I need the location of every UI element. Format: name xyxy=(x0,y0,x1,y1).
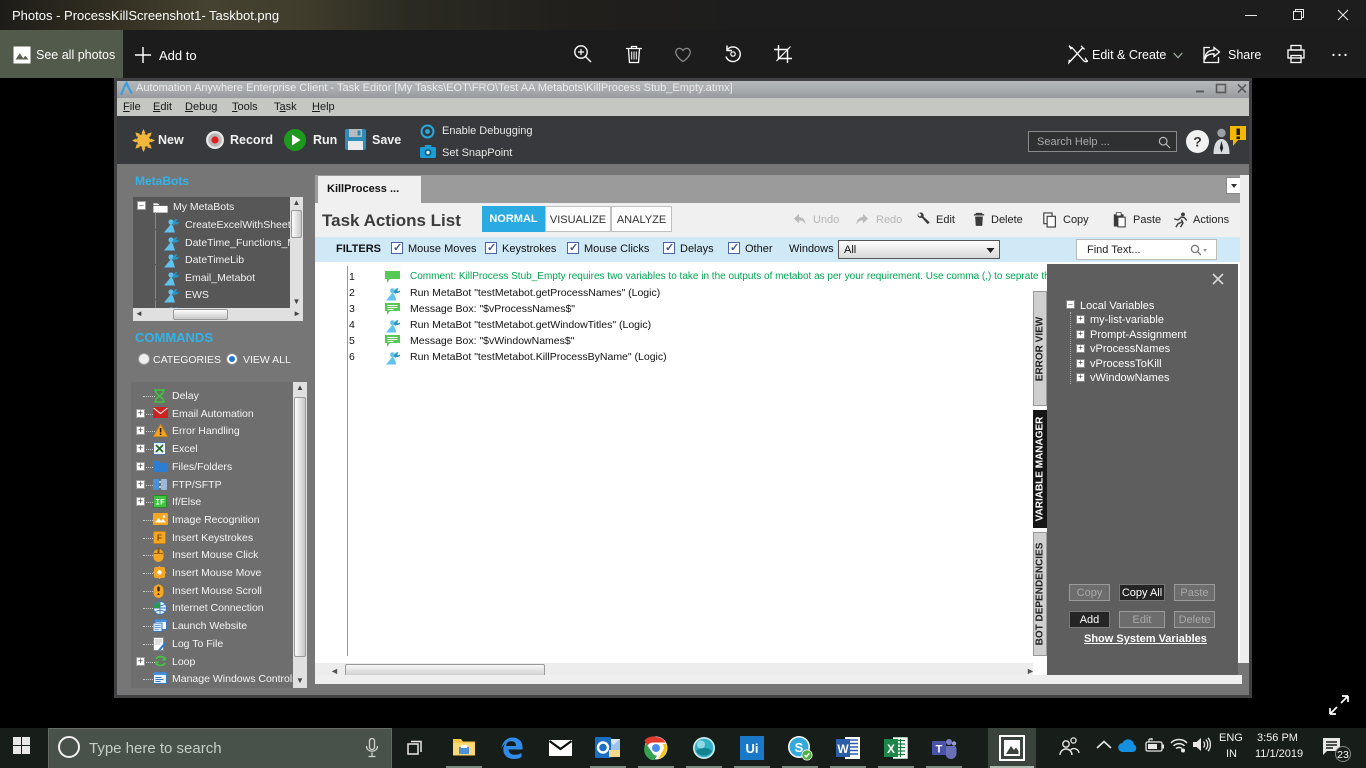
svg-text:23: 23 xyxy=(1337,749,1349,761)
svg-text:W: W xyxy=(837,742,849,756)
svg-text:T: T xyxy=(936,744,943,756)
svg-text:?: ? xyxy=(1193,134,1202,150)
svg-text:X: X xyxy=(887,742,895,756)
svg-text:Ui: Ui xyxy=(746,741,759,756)
svg-text:F: F xyxy=(157,532,162,542)
svg-text:IF: IF xyxy=(155,499,165,508)
